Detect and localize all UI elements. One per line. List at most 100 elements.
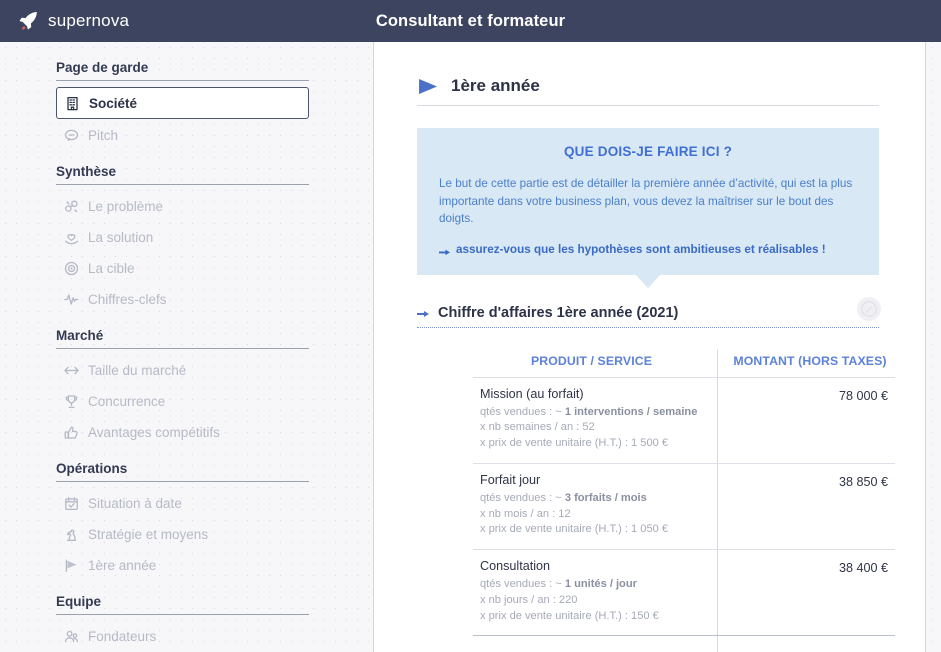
sidebar-item-la-cible[interactable]: La cible <box>56 253 309 283</box>
arrows-horizontal-icon <box>64 363 79 378</box>
rocket-icon <box>18 10 40 32</box>
help-title: QUE DOIS-JE FAIRE ICI ? <box>439 144 857 159</box>
revenue-section-header: Chiffre d'affaires 1ère année (2021) <box>417 305 879 328</box>
pointer-hand-icon <box>439 246 450 257</box>
sidebar-item-le-probl-me[interactable]: Le problème <box>56 191 309 221</box>
sidebar-group-title: Synthèse <box>0 164 373 184</box>
table-row[interactable]: Mission (au forfait) qtés vendues : ~ 1 i… <box>473 377 895 463</box>
sidebar-item-1-re-ann-e[interactable]: 1ère année <box>56 550 309 580</box>
pencil-circle-icon <box>861 301 877 317</box>
sidebar-item-situation-date[interactable]: Situation à date <box>56 488 309 518</box>
row-product-cell: Consultation qtés vendues : ~ 1 unités / … <box>473 550 718 635</box>
row-product-cell: Forfait jour qtés vendues : ~ 3 forfaits … <box>473 464 718 549</box>
page-header-title: Consultant et formateur <box>0 12 941 31</box>
sidebar-item-label: Stratégie et moyens <box>88 527 208 542</box>
building-icon <box>65 96 80 111</box>
sidebar-item-strat-gie-et-moyens[interactable]: Stratégie et moyens <box>56 519 309 549</box>
row-product-name: Forfait jour <box>480 473 703 487</box>
brand-name: supernova <box>48 11 129 31</box>
brand-logo[interactable]: supernova <box>18 10 129 32</box>
row-product-cell: Mission (au forfait) qtés vendues : ~ 1 i… <box>473 378 718 463</box>
sidebar-item-label: Le problème <box>88 199 163 214</box>
main-content: 1ère année QUE DOIS-JE FAIRE ICI ? Le bu… <box>375 42 925 652</box>
revenue-section-title: Chiffre d'affaires 1ère année (2021) <box>438 305 678 321</box>
revenue-table-header: PRODUIT / SERVICE MONTANT (HORS TAXES) <box>473 350 895 377</box>
sidebar-item-soci-t[interactable]: Société <box>56 87 309 119</box>
table-row[interactable]: Forfait jour qtés vendues : ~ 3 forfaits … <box>473 463 895 549</box>
sidebar-item-taille-du-march[interactable]: Taille du marché <box>56 355 309 385</box>
row-amount: 78 000 € <box>839 389 888 403</box>
sidebar: Page de garde Société Pitch Synthèse Le prob… <box>0 42 374 652</box>
sidebar-item-pitch[interactable]: Pitch <box>56 120 309 150</box>
sidebar-item-label: 1ère année <box>88 558 156 573</box>
sidebar-group-title: Page de garde <box>0 60 373 80</box>
sidebar-group-divider <box>56 80 309 81</box>
flag-icon <box>64 558 79 573</box>
sidebar-group-title: Equipe <box>0 594 373 614</box>
revenue-total-row: TOTAL 155 250 € <box>473 635 895 652</box>
sidebar-item-fondateurs[interactable]: Fondateurs <box>56 621 309 651</box>
sidebar-item-chiffres-clefs[interactable]: Chiffres-clefs <box>56 284 309 314</box>
edit-section-button[interactable] <box>857 297 881 321</box>
sidebar-group-divider <box>56 348 309 349</box>
sidebar-item-label: Fondateurs <box>88 629 156 644</box>
row-period-line: x nb semaines / an : 52 <box>480 420 703 436</box>
heart-hand-icon <box>64 230 79 245</box>
row-qty-line: qtés vendues : ~ 1 interventions / semai… <box>480 405 703 421</box>
sidebar-group-divider <box>56 184 309 185</box>
table-row[interactable]: Consultation qtés vendues : ~ 1 unités / … <box>473 549 895 635</box>
row-amount-cell: 38 400 € <box>718 550 895 635</box>
row-product-name: Consultation <box>480 559 703 573</box>
sidebar-group-title: Marché <box>0 328 373 348</box>
chess-knight-icon <box>64 527 79 542</box>
row-unitprice-line: x prix de vente unitaire (H.T.) : 150 € <box>480 609 703 625</box>
right-texture-strip <box>925 42 941 652</box>
sidebar-group-divider <box>56 481 309 482</box>
column-header-product: PRODUIT / SERVICE <box>473 350 718 377</box>
pointer-hand-icon <box>417 308 429 318</box>
row-period-line: x nb mois / an : 12 <box>480 507 703 523</box>
revenue-section: Chiffre d'affaires 1ère année (2021) PRO… <box>417 305 879 652</box>
row-qty-line: qtés vendues : ~ 3 forfaits / mois <box>480 491 703 507</box>
row-amount: 38 400 € <box>839 561 888 575</box>
people-icon <box>64 629 79 644</box>
thumbs-up-icon <box>64 425 79 440</box>
column-header-amount: MONTANT (HORS TAXES) <box>718 350 895 377</box>
sidebar-item-concurrence[interactable]: Concurrence <box>56 386 309 416</box>
puzzle-icon <box>64 199 79 214</box>
sidebar-item-label: La solution <box>88 230 153 245</box>
help-paragraph: Le but de cette partie est de détailler … <box>439 175 857 228</box>
sidebar-item-la-solution[interactable]: La solution <box>56 222 309 252</box>
help-callout: QUE DOIS-JE FAIRE ICI ? Le but de cette … <box>417 128 879 275</box>
top-bar: supernova Consultant et formateur <box>0 0 941 42</box>
help-note: assurez-vous que les hypothèses sont amb… <box>439 243 857 257</box>
help-callout-tail <box>635 274 661 288</box>
pulse-icon <box>64 292 79 307</box>
sidebar-item-label: Situation à date <box>88 496 182 511</box>
row-unitprice-line: x prix de vente unitaire (H.T.) : 1 500 … <box>480 436 703 452</box>
sidebar-group-title: Opérations <box>0 461 373 481</box>
row-qty-line: qtés vendues : ~ 1 unités / jour <box>480 577 703 593</box>
sidebar-item-label: Taille du marché <box>88 363 186 378</box>
help-note-text: assurez-vous que les hypothèses sont amb… <box>456 243 826 256</box>
trophy-icon <box>64 394 79 409</box>
target-icon <box>64 261 79 276</box>
sidebar-item-label: Concurrence <box>88 394 165 409</box>
page-title: 1ère année <box>451 76 540 96</box>
row-product-name: Mission (au forfait) <box>480 387 703 401</box>
sidebar-group-divider <box>56 614 309 615</box>
sidebar-item-label: Société <box>89 96 137 111</box>
speech-bubble-icon <box>64 128 79 143</box>
calendar-check-icon <box>64 496 79 511</box>
revenue-table: PRODUIT / SERVICE MONTANT (HORS TAXES) M… <box>473 350 895 652</box>
page-title-row: 1ère année <box>417 42 879 106</box>
row-amount: 38 850 € <box>839 475 888 489</box>
row-amount-cell: 78 000 € <box>718 378 895 463</box>
sidebar-item-label: Chiffres-clefs <box>88 292 167 307</box>
play-triangle-icon <box>417 78 440 95</box>
row-unitprice-line: x prix de vente unitaire (H.T.) : 1 050 … <box>480 522 703 538</box>
row-period-line: x nb jours / an : 220 <box>480 593 703 609</box>
sidebar-item-label: La cible <box>88 261 135 276</box>
sidebar-item-avantages-comp-titifs[interactable]: Avantages compétitifs <box>56 417 309 447</box>
row-amount-cell: 38 850 € <box>718 464 895 549</box>
